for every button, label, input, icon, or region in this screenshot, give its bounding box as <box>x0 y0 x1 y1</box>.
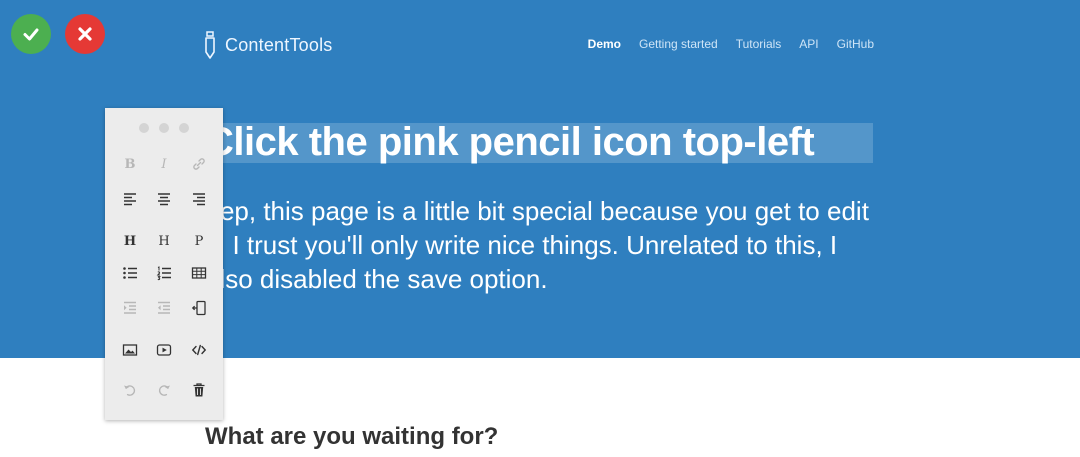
align-left-tool[interactable] <box>115 185 145 213</box>
remove-tool[interactable] <box>184 376 214 404</box>
numbered-list-icon <box>156 266 171 281</box>
intro-paragraph[interactable]: Yep, this page is a little bit special b… <box>205 194 885 296</box>
table-icon <box>191 267 207 279</box>
video-icon <box>156 344 172 356</box>
line-break-tool[interactable] <box>184 294 214 322</box>
heading-icon: H <box>123 233 137 249</box>
subheading-tool[interactable]: H <box>149 227 179 255</box>
nav-github[interactable]: GitHub <box>837 37 874 51</box>
paragraph-icon: P <box>194 233 204 249</box>
preformatted-tool[interactable] <box>184 336 214 364</box>
undo-tool[interactable] <box>115 376 145 404</box>
main-nav: Demo Getting started Tutorials API GitHu… <box>588 37 874 51</box>
cancel-edit-button[interactable] <box>65 14 105 54</box>
paragraph-tool[interactable]: P <box>184 227 214 255</box>
redo-tool[interactable] <box>149 376 179 404</box>
line-break-icon <box>191 300 206 316</box>
nav-api[interactable]: API <box>799 37 818 51</box>
align-center-icon <box>158 193 170 206</box>
bold-icon: B <box>124 156 136 172</box>
indent-icon <box>124 301 136 314</box>
unindent-tool[interactable] <box>149 294 179 322</box>
image-icon <box>122 344 138 356</box>
unindent-icon <box>158 301 170 314</box>
confirm-edit-button[interactable] <box>11 14 51 54</box>
indent-tool[interactable] <box>115 294 145 322</box>
trash-icon <box>193 383 205 397</box>
brand-name: ContentTools <box>225 34 333 55</box>
align-center-tool[interactable] <box>149 185 179 213</box>
brand-logo[interactable]: ContentTools <box>203 30 332 60</box>
unordered-list-tool[interactable] <box>115 259 145 287</box>
subheading-icon: H <box>158 233 170 249</box>
code-icon <box>191 344 207 356</box>
align-left-icon <box>124 193 136 206</box>
nav-getting-started[interactable]: Getting started <box>639 37 718 51</box>
paragraph-line: Yep, this page is a little bit special b… <box>205 196 869 226</box>
ordered-list-tool[interactable] <box>149 259 179 287</box>
pencil-icon <box>205 31 215 59</box>
subheading[interactable]: What are you waiting for? <box>205 423 498 451</box>
image-tool[interactable] <box>115 336 145 364</box>
nav-tutorials[interactable]: Tutorials <box>736 37 782 51</box>
video-tool[interactable] <box>149 336 179 364</box>
undo-icon <box>124 385 136 396</box>
nav-demo[interactable]: Demo <box>588 37 621 51</box>
table-tool[interactable] <box>184 259 214 287</box>
bold-tool[interactable]: B <box>115 150 145 178</box>
x-icon <box>78 27 92 41</box>
heading-tool[interactable]: H <box>115 227 145 255</box>
link-icon <box>193 158 205 170</box>
redo-icon <box>158 385 170 396</box>
paragraph-line: also disabled the save option. <box>205 264 548 294</box>
link-tool[interactable] <box>184 150 214 178</box>
editor-toolbox: B I H H P <box>105 108 223 420</box>
align-right-icon <box>193 193 205 206</box>
italic-icon: I <box>161 156 167 172</box>
toolbox-drag-handle[interactable] <box>105 123 223 133</box>
bullet-list-icon <box>123 267 137 279</box>
italic-tool[interactable]: I <box>149 150 179 178</box>
page-heading[interactable]: Click the pink pencil icon top-left <box>205 120 815 165</box>
check-icon <box>23 28 39 41</box>
paragraph-line: it. I trust you'll only write nice thing… <box>205 230 838 260</box>
align-right-tool[interactable] <box>184 185 214 213</box>
